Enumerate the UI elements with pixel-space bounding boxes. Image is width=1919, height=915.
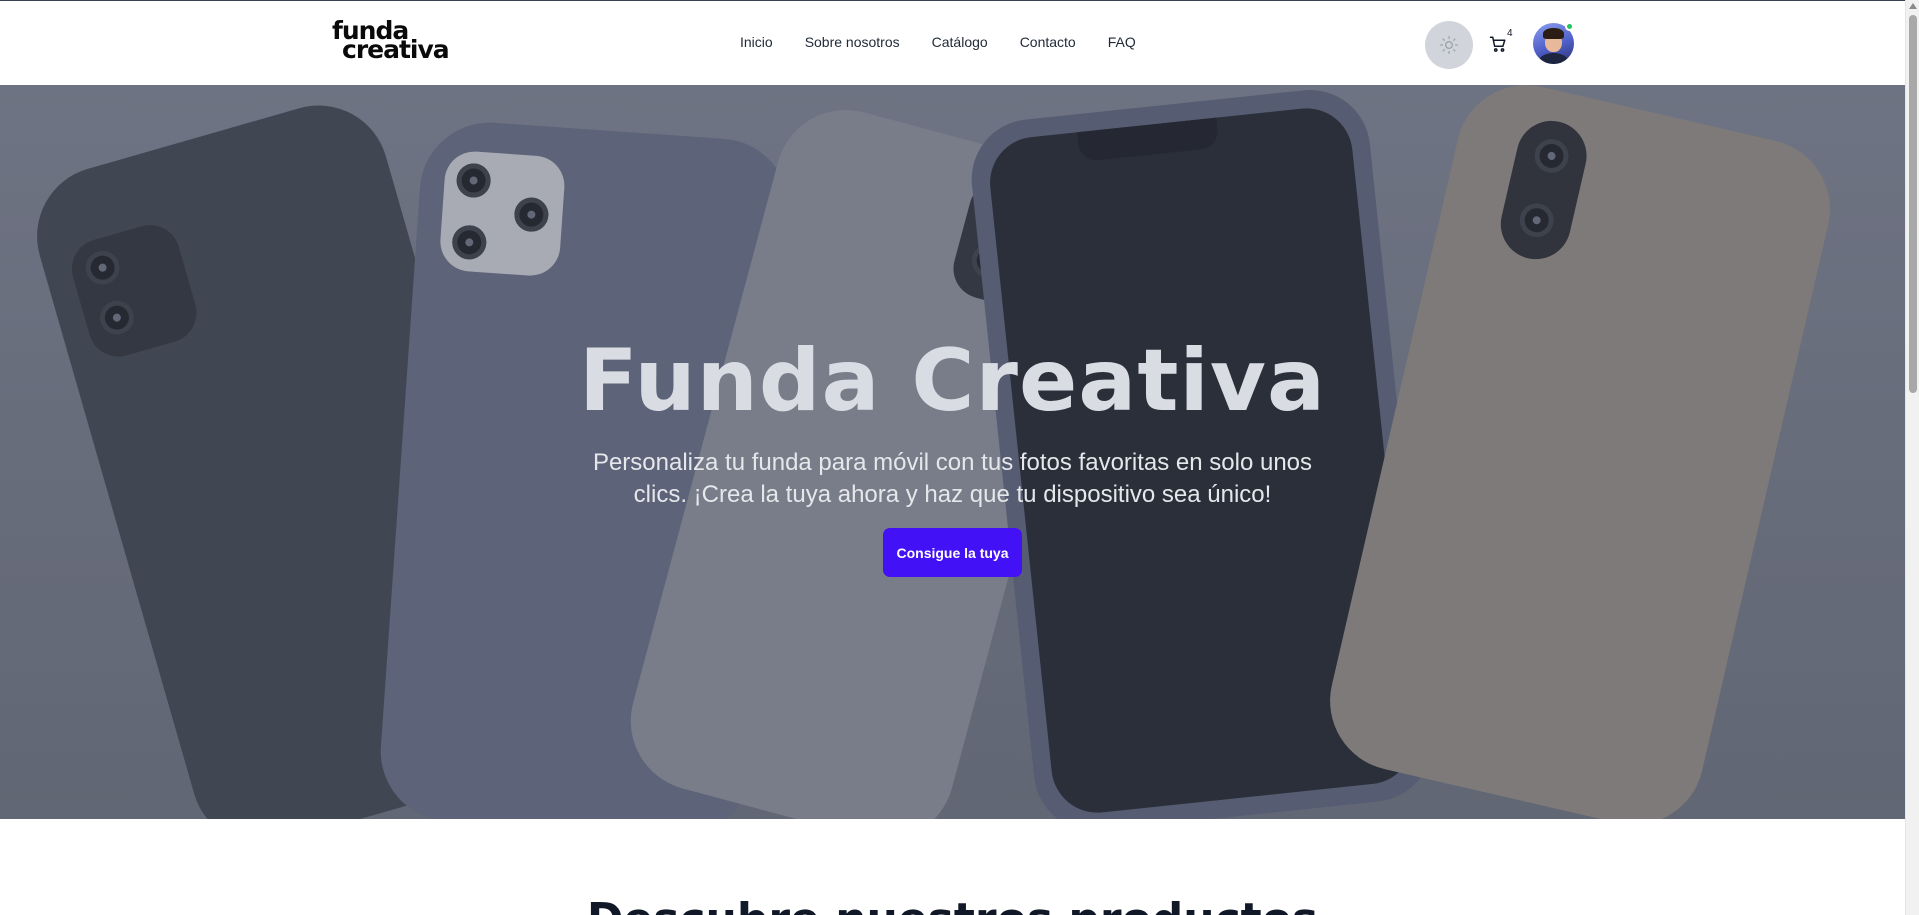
- scroll-up-arrow-icon[interactable]: [1909, 3, 1917, 9]
- cta-button[interactable]: Consigue la tuya: [883, 528, 1022, 577]
- navbar: funda creativa Inicio Sobre nosotros Cat…: [0, 1, 1905, 85]
- sun-icon: [1440, 36, 1458, 54]
- logo[interactable]: funda creativa: [331, 18, 456, 64]
- main-nav: Inicio Sobre nosotros Catálogo Contacto …: [740, 34, 1136, 50]
- online-status-dot: [1565, 22, 1574, 31]
- page: funda creativa Inicio Sobre nosotros Cat…: [0, 0, 1905, 915]
- section-heading: Descubre nuestros productos: [0, 895, 1905, 915]
- logo-line2: creativa: [342, 35, 450, 64]
- nav-link-catalogo[interactable]: Catálogo: [932, 34, 988, 50]
- page-scrollbar[interactable]: [1905, 0, 1919, 915]
- nav-link-contacto[interactable]: Contacto: [1020, 34, 1076, 50]
- nav-link-sobre-nosotros[interactable]: Sobre nosotros: [805, 34, 900, 50]
- cart-icon: [1489, 36, 1506, 52]
- cart-count-badge: 4: [1507, 28, 1513, 39]
- hero-subtitle: Personaliza tu funda para móvil con tus …: [592, 449, 1313, 508]
- hero-section: Funda Creativa Personaliza tu funda para…: [0, 85, 1905, 819]
- theme-toggle-button[interactable]: [1425, 21, 1473, 69]
- hero-content: Funda Creativa Personaliza tu funda para…: [0, 85, 1905, 819]
- nav-link-inicio[interactable]: Inicio: [740, 34, 773, 50]
- hero-title: Funda Creativa: [578, 331, 1326, 431]
- scroll-thumb[interactable]: [1909, 15, 1917, 393]
- nav-link-faq[interactable]: FAQ: [1108, 34, 1136, 50]
- cart-button[interactable]: 4: [1489, 28, 1515, 57]
